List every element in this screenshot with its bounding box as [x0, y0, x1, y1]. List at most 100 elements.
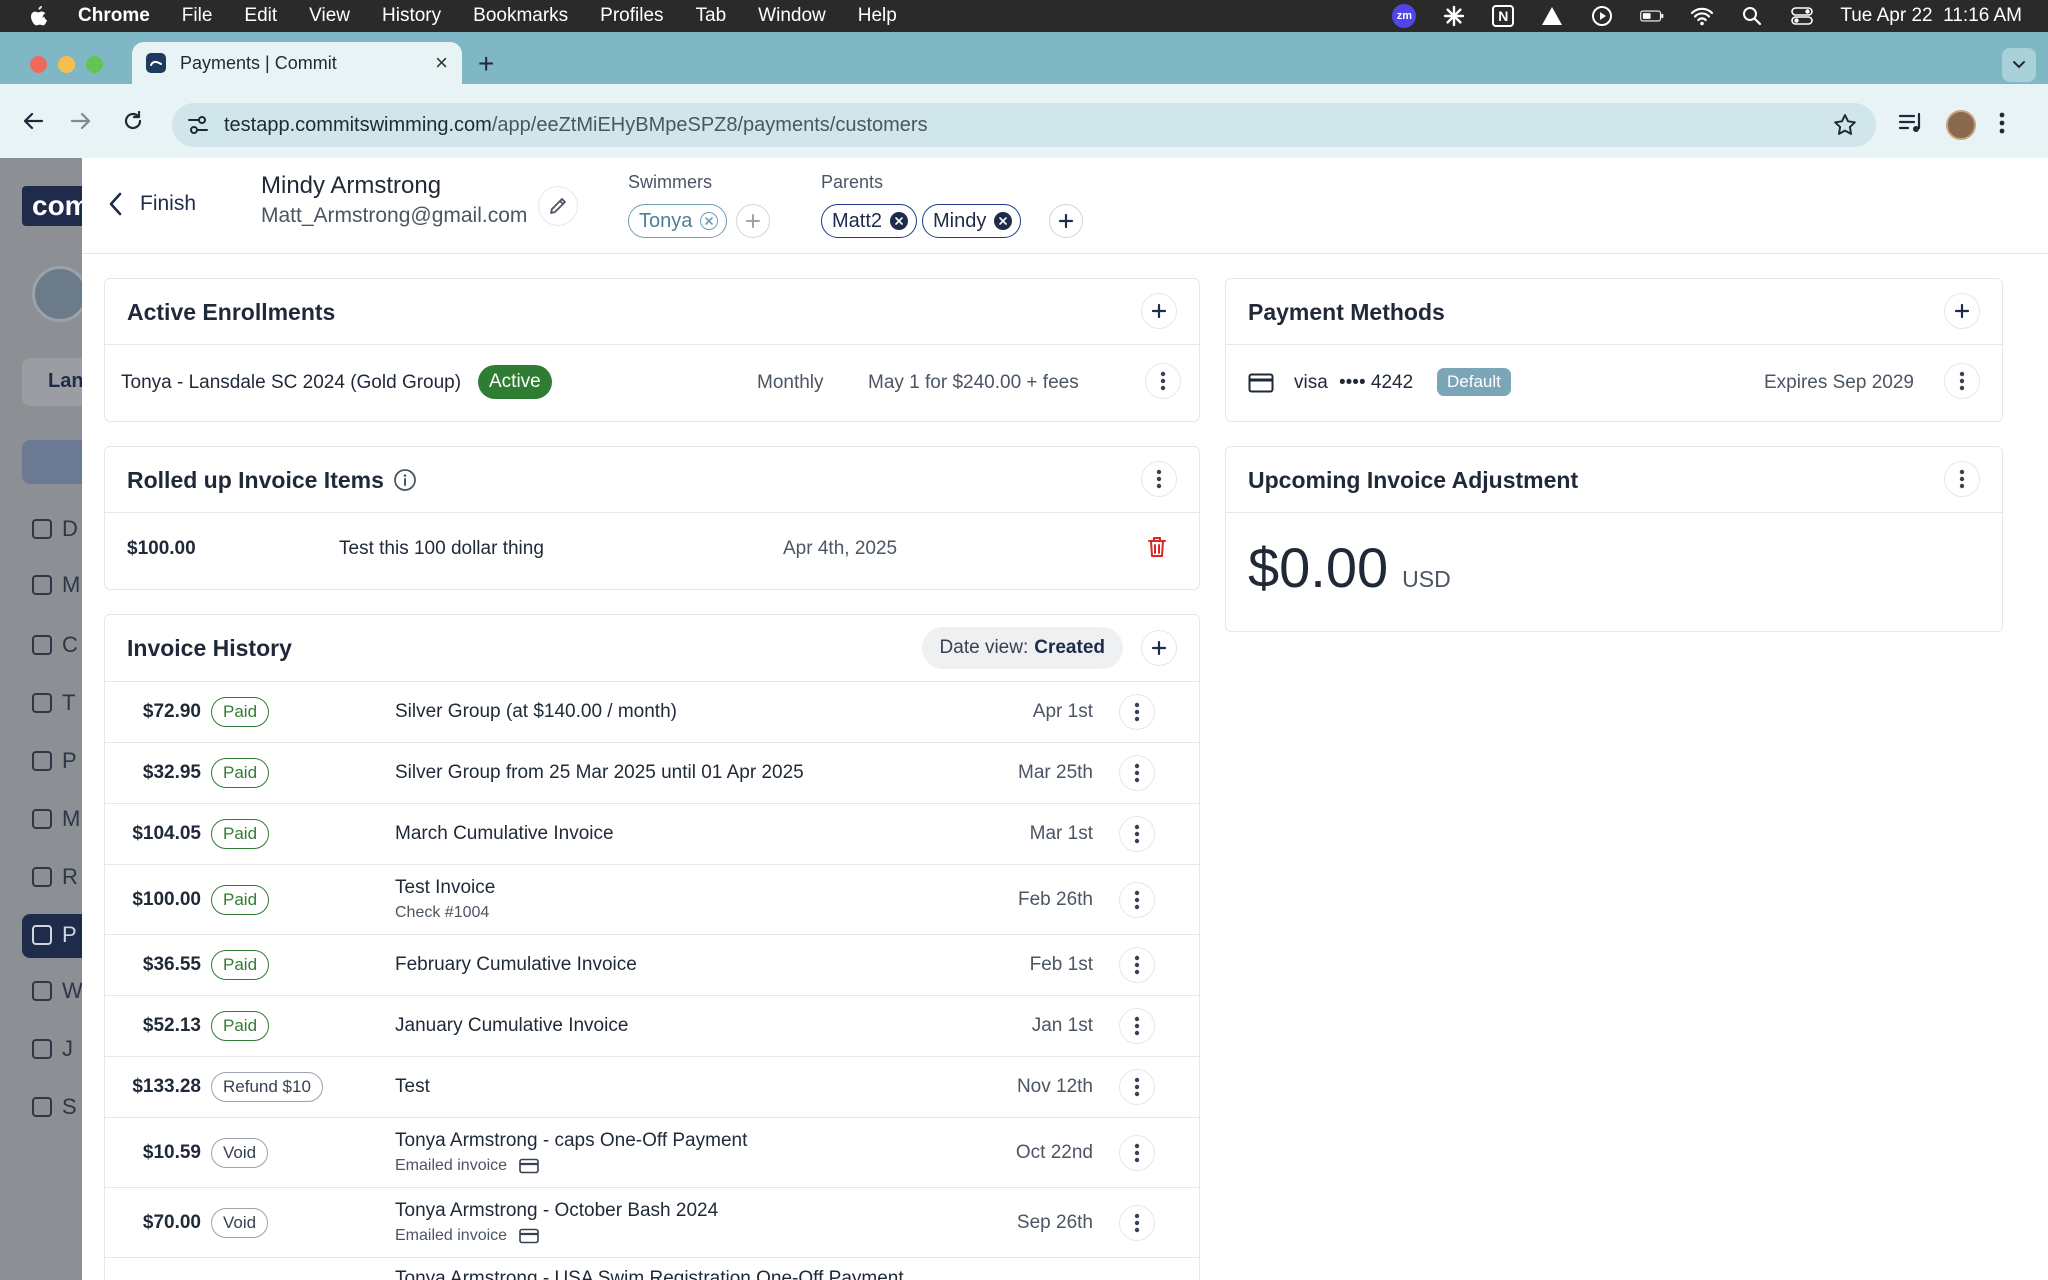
profile-avatar[interactable]: [1946, 110, 1976, 140]
add-parent-button[interactable]: [1049, 204, 1083, 238]
invoice-row[interactable]: $10.59 Void Tonya Armstrong - caps One-O…: [105, 1117, 1199, 1187]
menu-edit[interactable]: Edit: [244, 5, 277, 27]
address-bar[interactable]: testapp.commitswimming.com/app/eeZtMiEHy…: [172, 103, 1876, 147]
bookmark-star-icon[interactable]: [1832, 112, 1858, 144]
add-enrollment-button[interactable]: [1141, 293, 1177, 329]
asterisk-icon[interactable]: [1442, 5, 1466, 27]
window-minimize-button[interactable]: [58, 56, 75, 73]
plus-icon: [1954, 303, 1970, 319]
adjustment-title: Upcoming Invoice Adjustment: [1248, 467, 1579, 493]
invoice-more-button[interactable]: [1119, 1069, 1155, 1105]
invoice-more-button[interactable]: [1119, 755, 1155, 791]
add-invoice-button[interactable]: [1141, 630, 1177, 666]
delete-rolled-up-item-button[interactable]: [1139, 529, 1175, 565]
invoice-description: Tonya Armstrong - USA Swim Registration …: [395, 1268, 904, 1280]
reload-button[interactable]: [118, 106, 148, 136]
invoice-description: Test: [395, 1076, 430, 1097]
back-button[interactable]: [18, 106, 48, 136]
menu-file[interactable]: File: [182, 5, 213, 27]
parent-chip-matt2[interactable]: Matt2: [821, 204, 918, 238]
rolled-up-more-button[interactable]: [1141, 461, 1177, 497]
invoice-row[interactable]: $70.00 Void Tonya Armstrong - October Ba…: [105, 1187, 1199, 1257]
tab-close-icon[interactable]: ×: [435, 50, 448, 76]
invoice-row[interactable]: $100.00 Paid Test Invoice Check #1004 Fe…: [105, 864, 1199, 934]
menu-tab[interactable]: Tab: [696, 5, 727, 27]
notion-icon[interactable]: N: [1492, 5, 1515, 27]
invoice-more-button[interactable]: [1119, 1008, 1155, 1044]
remove-parent-icon[interactable]: [994, 212, 1013, 230]
add-swimmer-button[interactable]: [736, 204, 770, 238]
invoice-more-button[interactable]: [1119, 882, 1155, 918]
adjustment-more-button[interactable]: [1944, 461, 1980, 497]
media-controls-icon[interactable]: [1898, 111, 1924, 140]
kebab-menu-icon: [1134, 824, 1140, 844]
apple-icon[interactable]: [28, 5, 54, 27]
invoice-row[interactable]: $32.95 Paid Silver Group from 25 Mar 202…: [105, 742, 1199, 803]
new-tab-button[interactable]: +: [478, 48, 494, 80]
menu-bookmarks[interactable]: Bookmarks: [473, 5, 568, 27]
finish-button[interactable]: Finish: [108, 192, 196, 216]
customer-drawer: Finish Mindy Armstrong Matt_Armstrong@gm…: [82, 158, 2048, 1280]
menu-window[interactable]: Window: [758, 5, 826, 27]
add-payment-method-button[interactable]: [1944, 293, 1980, 329]
kebab-menu-icon: [1959, 371, 1965, 391]
invoice-description: January Cumulative Invoice: [395, 1015, 629, 1036]
invoice-row[interactable]: $52.13 Paid January Cumulative Invoice J…: [105, 995, 1199, 1056]
parent-chip-label: Matt2: [832, 209, 883, 232]
invoice-date: Feb 26th: [1018, 889, 1093, 910]
credit-card-icon: [519, 1228, 539, 1244]
invoice-row[interactable]: Tonya Armstrong - USA Swim Registration …: [105, 1257, 1199, 1280]
menu-history[interactable]: History: [382, 5, 441, 27]
invoice-more-button[interactable]: [1119, 1205, 1155, 1241]
tab-search-button[interactable]: [2002, 48, 2036, 82]
control-center-icon[interactable]: [1790, 5, 1814, 27]
zoom-icon[interactable]: zm: [1392, 4, 1417, 28]
info-icon[interactable]: [393, 468, 417, 492]
play-circle-icon[interactable]: [1590, 5, 1614, 27]
battery-icon[interactable]: [1640, 5, 1664, 27]
menu-help[interactable]: Help: [858, 5, 897, 27]
parent-chip-mindy[interactable]: Mindy: [922, 204, 1022, 238]
menu-view[interactable]: View: [309, 5, 350, 27]
forward-button[interactable]: [66, 106, 96, 136]
invoice-amount: $133.28: [132, 1076, 201, 1097]
site-info-icon[interactable]: [186, 113, 210, 143]
menubar-clock[interactable]: Tue Apr 22 11:16 AM: [1840, 5, 2022, 27]
invoice-row[interactable]: $104.05 Paid March Cumulative Invoice Ma…: [105, 803, 1199, 864]
invoice-status-badge: Paid: [211, 697, 270, 727]
invoice-more-button[interactable]: [1119, 694, 1155, 730]
invoice-more-button[interactable]: [1119, 1135, 1155, 1171]
invoice-more-button[interactable]: [1119, 816, 1155, 852]
edit-customer-button[interactable]: [538, 186, 578, 226]
browser-tab-payments[interactable]: Payments | Commit ×: [132, 42, 462, 84]
invoice-amount: $100.00: [132, 889, 201, 910]
url-host: testapp.commitswimming.com: [224, 113, 492, 136]
invoice-amount: $72.90: [142, 701, 201, 722]
kebab-menu-icon: [1134, 1016, 1140, 1036]
invoice-amount: $70.00: [142, 1212, 201, 1233]
kebab-menu-icon: [1134, 1213, 1140, 1233]
swimmer-chip-tonya[interactable]: Tonya: [628, 204, 728, 238]
menu-app-name[interactable]: Chrome: [78, 5, 150, 27]
invoice-row[interactable]: $36.55 Paid February Cumulative Invoice …: [105, 934, 1199, 995]
invoice-row[interactable]: $133.28 Refund $10 Test Nov 12th: [105, 1056, 1199, 1117]
invoice-more-button[interactable]: [1119, 947, 1155, 983]
date-view-toggle[interactable]: Date view: Created: [921, 627, 1123, 669]
window-zoom-button[interactable]: [86, 56, 103, 73]
spotlight-search-icon[interactable]: [1740, 5, 1764, 27]
wifi-icon[interactable]: [1690, 5, 1714, 27]
invoice-row[interactable]: $72.90 Paid Silver Group (at $140.00 / m…: [105, 681, 1199, 742]
user-avatar: [32, 266, 88, 322]
chrome-menu-icon[interactable]: [1998, 111, 2006, 140]
window-close-button[interactable]: [30, 56, 47, 73]
triangle-icon[interactable]: [1540, 5, 1564, 27]
swimmers-label: Swimmers: [628, 172, 712, 192]
remove-parent-icon[interactable]: [890, 212, 909, 230]
kebab-menu-icon: [1134, 955, 1140, 975]
menu-profiles[interactable]: Profiles: [600, 5, 663, 27]
remove-swimmer-icon[interactable]: [700, 212, 719, 230]
invoice-date: Mar 1st: [1029, 823, 1093, 844]
payment-method-more-button[interactable]: [1944, 363, 1980, 399]
kebab-menu-icon: [1134, 1077, 1140, 1097]
enrollment-more-button[interactable]: [1145, 363, 1181, 399]
